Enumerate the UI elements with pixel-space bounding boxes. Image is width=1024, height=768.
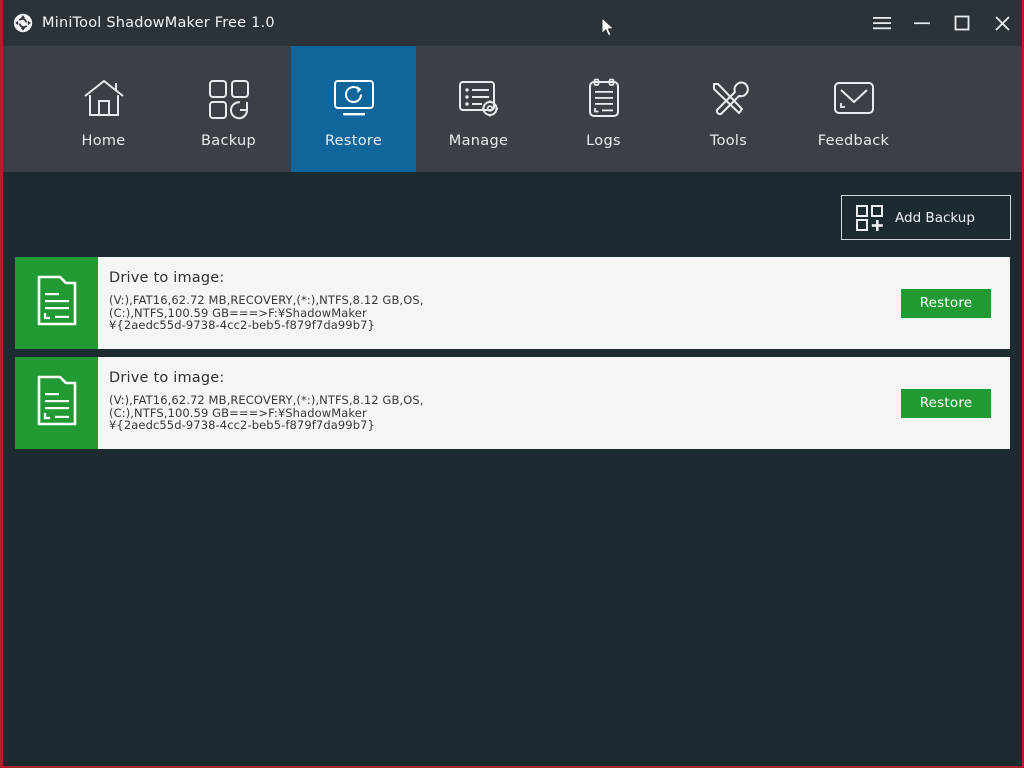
menu-button[interactable] [862, 0, 902, 46]
backup-card[interactable]: Drive to image: (V:),FAT16,62.72 MB,RECO… [15, 257, 1010, 349]
nav-item-restore[interactable]: Restore [291, 46, 416, 172]
nav-item-tools[interactable]: Tools [666, 46, 791, 172]
close-button[interactable] [982, 0, 1022, 46]
app-title: MiniTool ShadowMaker Free 1.0 [42, 15, 275, 31]
card-title: Drive to image: [109, 270, 225, 286]
manage-list-gear-icon [457, 76, 501, 122]
add-grid-plus-icon [856, 204, 884, 231]
nav-item-logs[interactable]: Logs [541, 46, 666, 172]
shadowmaker-logo-icon [13, 13, 33, 33]
nav-item-backup[interactable]: Backup [166, 46, 291, 172]
nav-label: Feedback [817, 133, 890, 149]
document-icon [33, 373, 81, 433]
nav-label: Home [81, 133, 126, 149]
card-title: Drive to image: [109, 370, 225, 386]
window-controls [862, 0, 1022, 46]
nav-label: Tools [709, 133, 748, 149]
nav-label: Manage [448, 133, 509, 149]
add-backup-label: Add Backup [895, 209, 975, 226]
card-body: Drive to image: (V:),FAT16,62.72 MB,RECO… [98, 257, 901, 349]
card-detail: (V:),FAT16,62.72 MB,RECOVERY,(*:),NTFS,8… [109, 393, 424, 433]
minimize-button[interactable] [902, 0, 942, 46]
card-detail: (V:),FAT16,62.72 MB,RECOVERY,(*:),NTFS,8… [109, 293, 424, 333]
restore-monitor-refresh-icon [331, 76, 377, 122]
content-toolbar: Add Backup [3, 172, 1022, 257]
add-backup-button[interactable]: Add Backup [841, 195, 1011, 240]
nav-item-manage[interactable]: Manage [416, 46, 541, 172]
backup-list: Drive to image: (V:),FAT16,62.72 MB,RECO… [3, 257, 1022, 449]
tools-wrench-screwdriver-icon [709, 76, 749, 122]
restore-button[interactable]: Restore [901, 288, 991, 318]
backup-grid-refresh-icon [207, 76, 251, 122]
nav-item-home[interactable]: Home [41, 46, 166, 172]
card-icon-panel [15, 357, 98, 449]
nav-label: Logs [586, 133, 621, 149]
card-action: Restore [901, 257, 1010, 349]
logs-clipboard-icon [586, 76, 622, 122]
nav-item-feedback[interactable]: Feedback [791, 46, 916, 172]
maximize-button[interactable] [942, 0, 982, 46]
restore-button[interactable]: Restore [901, 388, 991, 418]
card-action: Restore [901, 357, 1010, 449]
nav-label: Backup [201, 133, 256, 149]
card-body: Drive to image: (V:),FAT16,62.72 MB,RECO… [98, 357, 901, 449]
document-icon [33, 273, 81, 333]
card-icon-panel [15, 257, 98, 349]
main-navigation: Home Backup Restore Manage Logs Tools Fe… [3, 46, 1022, 172]
backup-card[interactable]: Drive to image: (V:),FAT16,62.72 MB,RECO… [15, 357, 1010, 449]
title-bar: MiniTool ShadowMaker Free 1.0 [3, 0, 1022, 46]
home-icon [81, 76, 127, 122]
feedback-envelope-icon [833, 76, 875, 122]
nav-label: Restore [324, 133, 383, 149]
